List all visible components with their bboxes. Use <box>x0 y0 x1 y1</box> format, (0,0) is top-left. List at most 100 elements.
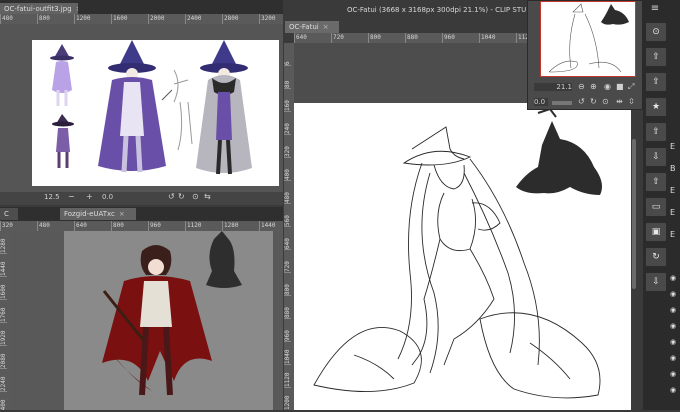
angle-value[interactable]: 0.0 <box>102 193 113 201</box>
tab-ref2-prefix-label: C <box>4 210 9 218</box>
panel-letter: E <box>670 230 676 239</box>
layer-add-icon[interactable]: ⇧ <box>645 47 667 67</box>
layer-camera-icon[interactable]: ▣ <box>645 222 667 242</box>
zoom-out-icon[interactable]: − <box>68 192 75 201</box>
ruler-tick: 2080 <box>0 346 7 369</box>
main-ruler-vertical: 6 80 160 240 320 400 480 560 640 720 800 880 960 1040… <box>284 43 294 410</box>
ruler-tick: 2800 <box>222 14 259 24</box>
ruler-tick: 560 <box>284 204 291 227</box>
ref1-canvas-area[interactable] <box>0 24 283 192</box>
navigator-angle-value[interactable]: 0.0 <box>534 98 548 106</box>
tab-ref2[interactable]: Fozgid-eUATxc × <box>60 208 136 220</box>
navigator-preview[interactable] <box>540 1 636 77</box>
ruler-tick: 1440 <box>0 254 7 277</box>
eye-icon[interactable]: ◉ <box>670 286 680 302</box>
ruler-tick: 3200 <box>259 14 283 24</box>
right-panel-letters: E B E E E <box>670 142 680 252</box>
flip-horizontal-icon[interactable]: ⇹ <box>616 97 623 106</box>
panel-letter: E <box>670 142 676 151</box>
ruler-tick: 1280 <box>222 221 259 231</box>
ruler-tick: 880 <box>284 296 291 319</box>
ruler-tick: 800 <box>37 14 74 24</box>
panel-letter: E <box>670 208 676 217</box>
layer-import-icon[interactable]: ⇩ <box>645 272 667 292</box>
expand-icon[interactable]: ⤢ <box>628 82 634 92</box>
rotate-right-icon[interactable]: ↻ <box>590 97 597 106</box>
layer-save-icon[interactable]: ⇧ <box>645 172 667 192</box>
eye-icon[interactable]: ◉ <box>670 270 680 286</box>
ruler-tick: 6 <box>284 43 291 66</box>
navigator-angle-row: 0.0 ↺ ↻ ⊙ ⇹ ⇳ <box>528 96 644 110</box>
ruler-tick: 960 <box>442 33 479 43</box>
rotate-right-icon[interactable]: ↻ <box>178 192 185 201</box>
layer-reset-icon[interactable]: ↻ <box>645 247 667 267</box>
rotate-left-icon[interactable]: ↺ <box>578 97 585 106</box>
tab-ref2-prefix[interactable]: C <box>0 208 18 220</box>
zoom-in-icon[interactable]: + <box>86 192 93 201</box>
ruler-tick: 2400 <box>185 14 222 24</box>
eye-icon[interactable]: ◉ <box>670 302 680 318</box>
ruler-tick: 1200 <box>74 14 111 24</box>
ruler-tick: 1280 <box>0 231 7 254</box>
main-canvas-page <box>294 103 634 410</box>
layer-star-icon[interactable]: ★ <box>645 97 667 117</box>
navigator-icon[interactable]: ⊙ <box>645 22 667 42</box>
ruler-tick: 80 <box>284 66 291 89</box>
close-icon[interactable]: × <box>119 210 125 218</box>
angle-slider[interactable] <box>552 101 572 105</box>
navigator-zoom-value[interactable]: 21.1 <box>534 83 572 91</box>
ruler-tick: 1120 <box>185 221 222 231</box>
ruler-tick: 480 <box>37 221 74 231</box>
ruler-tick: 400 <box>284 158 291 181</box>
ruler-tick: 720 <box>331 33 368 43</box>
close-icon[interactable]: × <box>323 23 329 31</box>
ruler-tick: 640 <box>294 33 331 43</box>
zoom-out-icon[interactable]: ⊖ <box>578 82 585 91</box>
layer-export-icon[interactable]: ⇧ <box>645 72 667 92</box>
eye-icon[interactable]: ◉ <box>670 350 680 366</box>
ruler-tick: 480 <box>284 181 291 204</box>
right-panel-eye-column: ◉ ◉ ◉ ◉ ◉ ◉ ◉ ◉ <box>670 270 680 398</box>
tab-ref1-label: OC-fatui-outfit3.jpg <box>4 5 72 13</box>
red-witch-character-illustration <box>102 231 242 396</box>
eye-icon[interactable]: ◉ <box>670 366 680 382</box>
ruler-tick: 880 <box>405 33 442 43</box>
panel-letter: E <box>670 186 676 195</box>
eye-icon[interactable]: ◉ <box>670 382 680 398</box>
reset-icon[interactable]: ⊙ <box>192 192 199 201</box>
tab-main[interactable]: OC-Fatui × <box>285 21 339 33</box>
zoom-value[interactable]: 12.5 <box>44 193 60 201</box>
layer-folder-icon[interactable]: ▭ <box>645 197 667 217</box>
flip-icon[interactable]: ⇆ <box>204 192 211 201</box>
layer-down-icon[interactable]: ⇩ <box>645 147 667 167</box>
ruler-tick: 320 <box>284 135 291 158</box>
ruler-tick: 1600 <box>111 14 148 24</box>
menu-icon[interactable]: ≡ <box>645 4 665 14</box>
layer-up-icon[interactable]: ⇧ <box>645 122 667 142</box>
top-left-ruler: 4808001200160020002400280032003600400044… <box>0 14 283 24</box>
eye-icon[interactable]: ◉ <box>670 334 680 350</box>
ruler-tick: 800 <box>111 221 148 231</box>
ruler-tick: 640 <box>74 221 111 231</box>
eye-icon[interactable]: ◉ <box>670 318 680 334</box>
ref1-toolbar: 12.5 − + 0.0 ↺ ↻ ⊙ ⇆ <box>0 192 283 205</box>
ruler-tick: 1600 <box>0 277 7 300</box>
ruler-tick: 2240 <box>0 369 7 392</box>
tab-ref2-label: Fozgid-eUATxc <box>64 210 115 218</box>
ruler-tick: 640 <box>284 227 291 250</box>
ruler-tick: 960 <box>284 319 291 342</box>
witch-outfit-sheet-illustration <box>50 40 252 175</box>
reset-rotation-icon[interactable]: ⊙ <box>602 97 609 106</box>
ref2-canvas-area[interactable] <box>10 231 283 410</box>
close-icon[interactable]: × <box>76 5 78 13</box>
stop-icon[interactable]: ■ <box>616 82 624 91</box>
ruler-tick: 320 <box>0 221 37 231</box>
rotate-left-icon[interactable]: ↺ <box>168 192 175 201</box>
scrollbar-thumb[interactable] <box>632 139 636 289</box>
ruler-tick: 1760 <box>0 300 7 323</box>
ruler-tick: 480 <box>0 14 37 24</box>
ruler-tick: 1040 <box>479 33 516 43</box>
zoom-in-icon[interactable]: ⊕ <box>590 82 597 91</box>
fit-icon[interactable]: ◉ <box>604 82 611 91</box>
flip-vertical-icon[interactable]: ⇳ <box>628 97 635 106</box>
